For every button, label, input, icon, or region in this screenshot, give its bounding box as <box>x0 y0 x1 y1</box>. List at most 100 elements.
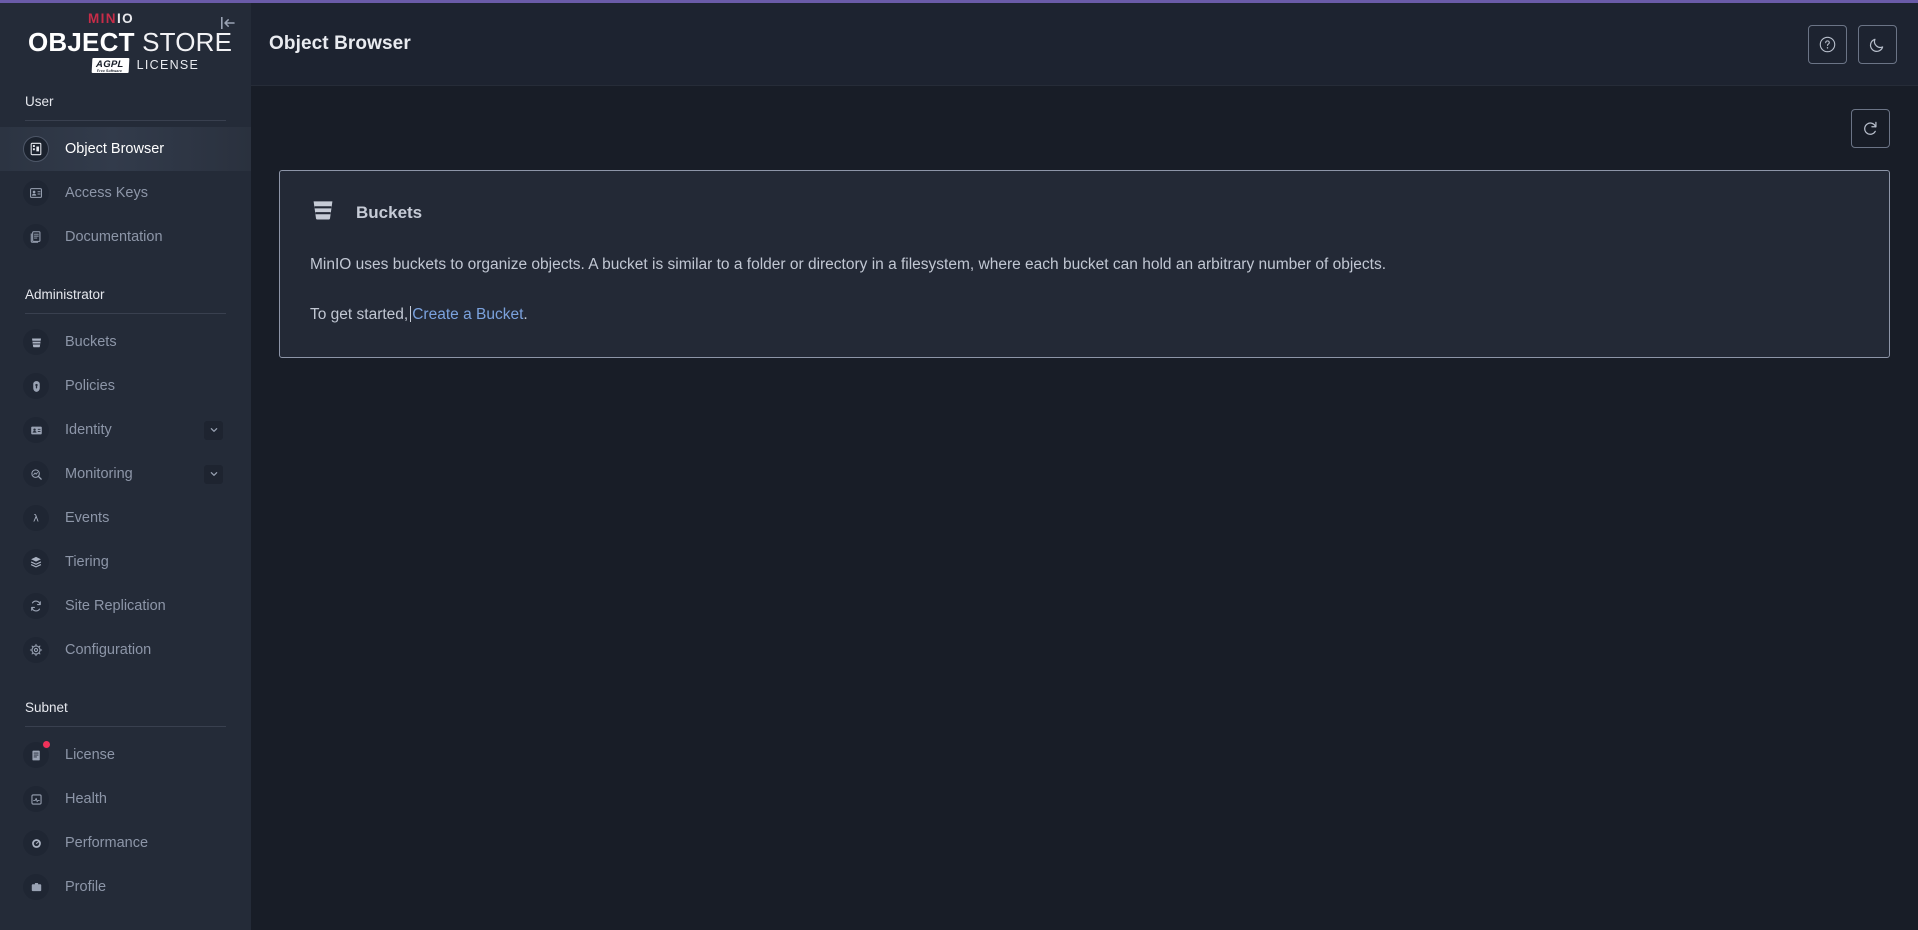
bucket-glyph <box>31 337 41 347</box>
minio-wordmark: MINIO <box>88 12 134 26</box>
identity-card-icon <box>23 417 49 443</box>
page-header: Object Browser <box>251 0 1918 86</box>
refresh-icon[interactable] <box>1851 108 1890 148</box>
sidebar-section-title-subnet: Subnet <box>25 699 68 715</box>
sidebar-section-administrator: Administrator Buckets Policies Identity … <box>0 279 251 672</box>
main-content: Object Browser Buckets MinIO uses bucket… <box>251 0 1918 930</box>
sidebar-item-tiering[interactable]: Tiering <box>0 540 251 584</box>
object-store-wordmark: OBJECT STORE <box>28 27 232 56</box>
policy-lock-icon <box>23 373 49 399</box>
health-icon <box>23 786 49 812</box>
chevron-down-glyph <box>210 428 217 432</box>
collapse-sidebar-glyph <box>221 17 235 29</box>
license-icon <box>23 740 51 768</box>
minio-min: MIN <box>88 11 117 26</box>
sidebar-item-label: License <box>65 747 115 763</box>
agpl-text: AGPL <box>95 58 124 70</box>
sidebar-item-label: Identity <box>65 422 112 438</box>
buckets-info-card: Buckets MinIO uses buckets to organize o… <box>279 170 1890 358</box>
sidebar-item-label: Tiering <box>65 554 109 570</box>
bucket-icon <box>23 329 49 355</box>
sidebar-item-performance[interactable]: Performance <box>0 821 251 865</box>
content-toolbar <box>279 86 1890 170</box>
sidebar-item-label: Events <box>65 510 110 526</box>
sidebar-item-buckets[interactable]: Buckets <box>0 320 251 364</box>
site-replication-icon <box>23 593 49 619</box>
profile-icon <box>23 874 49 900</box>
object-browser-glyph <box>30 142 42 156</box>
cta-suffix-text: . <box>523 306 528 324</box>
lambda-events-icon: λ <box>23 505 49 531</box>
sidebar-item-object-browser[interactable]: Object Browser <box>0 127 251 171</box>
sidebar-header: MINIO OBJECT STORE AGPL Free Software LIC… <box>0 0 251 86</box>
tiering-layers-glyph <box>30 556 42 568</box>
sidebar-item-label: Configuration <box>65 642 152 658</box>
lambda-events-glyph: λ <box>33 514 39 525</box>
sidebar-item-configuration[interactable]: Configuration <box>0 628 251 672</box>
sidebar-section-user: User Object Browser Access Keys Document… <box>0 86 251 259</box>
access-keys-glyph <box>30 188 42 198</box>
content-area: Buckets MinIO uses buckets to organize o… <box>251 86 1918 930</box>
sidebar-section-title-user: User <box>25 93 54 109</box>
sidebar-item-identity[interactable]: Identity <box>0 408 251 452</box>
sidebar: MINIO OBJECT STORE AGPL Free Software LIC… <box>0 0 251 930</box>
sidebar-item-events[interactable]: λ Events <box>0 496 251 540</box>
sidebar-nav: User Object Browser Access Keys Document… <box>0 86 251 930</box>
gear-glyph <box>29 643 43 657</box>
agpl-badge: AGPL Free Software <box>91 57 129 74</box>
sidebar-divider <box>25 726 226 727</box>
notification-dot <box>42 740 51 749</box>
card-header: Buckets <box>310 197 1859 228</box>
sidebar-item-label: Buckets <box>65 334 117 350</box>
sidebar-item-monitoring[interactable]: Monitoring <box>0 452 251 496</box>
sidebar-item-license[interactable]: License <box>0 733 251 777</box>
sidebar-item-documentation[interactable]: Documentation <box>0 215 251 259</box>
header-actions <box>1808 24 1897 64</box>
minio-logo: MINIO OBJECT STORE AGPL Free Software LIC… <box>0 3 251 74</box>
minio-io: IO <box>116 11 135 26</box>
refresh-glyph <box>1864 121 1877 135</box>
sidebar-item-label: Monitoring <box>65 466 133 482</box>
sidebar-section-subnet: Subnet License Health Performance Profil… <box>0 692 251 909</box>
moon-glyph <box>1869 38 1884 52</box>
help-icon[interactable] <box>1808 24 1847 64</box>
object-browser-icon <box>23 136 49 162</box>
identity-card-glyph <box>30 426 42 434</box>
sidebar-item-label: Site Replication <box>65 598 166 614</box>
chevron-down-icon[interactable] <box>204 420 223 440</box>
svg-text:λ: λ <box>33 514 39 525</box>
bucket-glyph <box>313 201 333 220</box>
license-glyph <box>31 750 40 760</box>
performance-icon <box>23 830 49 856</box>
dark-mode-moon-icon[interactable] <box>1858 24 1897 64</box>
monitoring-glyph <box>30 468 42 480</box>
license-badge-row: AGPL Free Software LICENSE <box>91 57 199 74</box>
policy-lock-glyph <box>32 380 40 392</box>
minio-console-app: MINIO OBJECT STORE AGPL Free Software LIC… <box>0 0 1918 930</box>
sidebar-item-label: Profile <box>65 879 107 895</box>
top-accent-bar <box>0 0 1918 3</box>
sidebar-item-health[interactable]: Health <box>0 777 251 821</box>
sidebar-item-site-replication[interactable]: Site Replication <box>0 584 251 628</box>
card-cta: To get started, Create a Bucket. <box>310 303 1859 326</box>
health-glyph <box>30 793 42 805</box>
sidebar-item-profile[interactable]: Profile <box>0 865 251 909</box>
documentation-glyph <box>30 231 41 243</box>
sidebar-item-label: Policies <box>65 378 115 394</box>
cta-prefix-text: To get started, <box>310 306 409 324</box>
page-title: Object Browser <box>269 33 411 54</box>
sidebar-divider <box>25 120 226 121</box>
sidebar-item-policies[interactable]: Policies <box>0 364 251 408</box>
sidebar-item-label: Object Browser <box>65 141 165 157</box>
chevron-down-icon[interactable] <box>204 464 223 484</box>
agpl-subtext: Free Software <box>96 68 123 73</box>
collapse-sidebar-icon[interactable] <box>215 10 241 36</box>
sidebar-item-label: Access Keys <box>65 185 148 201</box>
sidebar-item-access-keys[interactable]: Access Keys <box>0 171 251 215</box>
site-replication-glyph <box>31 600 41 612</box>
create-bucket-link[interactable]: Create a Bucket <box>412 306 523 323</box>
sidebar-item-label: Performance <box>65 835 149 851</box>
sidebar-item-label: Health <box>65 791 107 807</box>
